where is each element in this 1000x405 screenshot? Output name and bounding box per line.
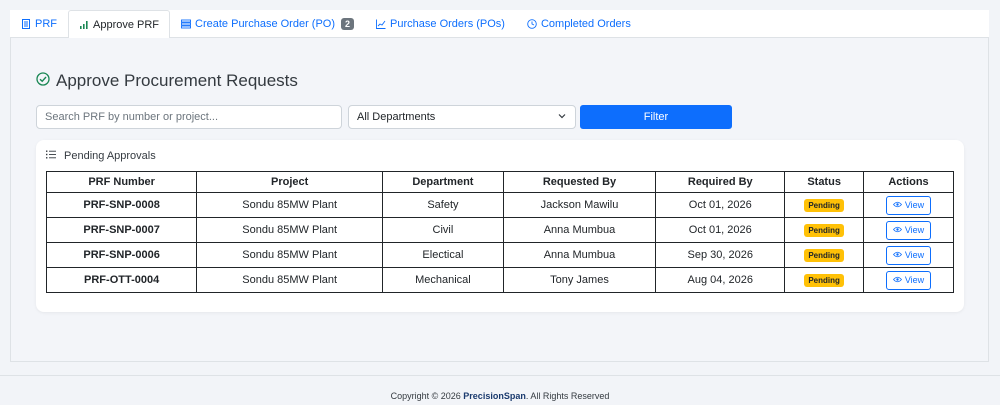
requested-by-cell: Jackson Mawilu — [502, 192, 657, 218]
tab-list: PRF Approve PRF Create Purchase Order (P… — [10, 10, 989, 39]
chevron-down-icon — [557, 111, 567, 124]
project-cell: Sondu 85MW Plant — [196, 217, 384, 243]
department-cell: Electical — [382, 242, 504, 268]
department-cell: Civil — [382, 217, 504, 243]
footer: Copyright © 2026 PrecisionSpan. All Righ… — [0, 375, 1000, 405]
actions-cell: View — [862, 217, 955, 243]
clock-icon — [527, 19, 537, 29]
tab-label: Approve PRF — [93, 18, 160, 31]
pending-approvals-table: PRF Number Project Department Requested … — [45, 171, 955, 293]
filter-button[interactable]: Filter — [580, 105, 732, 129]
col-header-status: Status — [784, 171, 864, 193]
col-header-department: Department — [382, 171, 504, 193]
col-header-prf-number: PRF Number — [45, 171, 198, 193]
prf-number-cell: PRF-SNP-0006 — [45, 242, 198, 268]
view-button[interactable]: View — [885, 195, 932, 215]
department-cell: Mechanical — [382, 267, 504, 293]
prf-number-cell: PRF-OTT-0004 — [45, 267, 198, 293]
tab-label: Purchase Orders (POs) — [390, 18, 505, 30]
project-cell: Sondu 85MW Plant — [196, 267, 384, 293]
required-by-cell: Oct 01, 2026 — [655, 192, 786, 218]
col-header-project: Project — [196, 171, 384, 193]
list-icon — [181, 19, 191, 29]
eye-icon — [892, 275, 902, 285]
status-cell: Pending — [784, 192, 864, 218]
check-circle-icon — [36, 71, 50, 91]
view-button-label: View — [904, 200, 925, 210]
tab-approve-prf[interactable]: Approve PRF — [68, 10, 171, 39]
top-nav: PRF Approve PRF Create Purchase Order (P… — [10, 10, 989, 39]
view-button-label: View — [904, 250, 925, 260]
view-button[interactable]: View — [885, 270, 932, 290]
page-title: Approve Procurement Requests — [36, 71, 298, 91]
tab-create-po[interactable]: Create Purchase Order (PO) 2 — [170, 10, 365, 38]
footer-prefix: Copyright © 2026 — [390, 391, 464, 401]
tab-completed-orders[interactable]: Completed Orders — [516, 10, 642, 38]
po-count-badge: 2 — [341, 18, 355, 30]
col-header-requested-by: Requested By — [502, 171, 657, 193]
prf-number-cell: PRF-SNP-0008 — [45, 192, 198, 218]
tab-content-panel: Approve Procurement Requests All Departm… — [10, 38, 989, 362]
card-header: Pending Approvals — [46, 150, 156, 162]
status-cell: Pending — [784, 217, 864, 243]
tab-prf[interactable]: PRF — [10, 10, 68, 38]
requested-by-cell: Tony James — [502, 267, 657, 293]
department-select[interactable]: All Departments — [348, 105, 576, 129]
search-input[interactable] — [36, 105, 342, 129]
tab-purchase-orders[interactable]: Purchase Orders (POs) — [365, 10, 516, 38]
footer-suffix: . All Rights Reserved — [525, 391, 610, 401]
prf-number-cell: PRF-SNP-0007 — [45, 217, 198, 243]
view-button[interactable]: View — [885, 245, 932, 265]
table-row: PRF-OTT-0004 Sondu 85MW Plant Mechanical… — [45, 267, 955, 293]
line-chart-icon — [376, 19, 386, 29]
tab-label: Create Purchase Order (PO) — [195, 18, 336, 30]
tab-label: PRF — [35, 18, 57, 30]
required-by-cell: Aug 04, 2026 — [655, 267, 786, 293]
tab-label: Completed Orders — [540, 18, 631, 30]
requested-by-cell: Anna Mumbua — [502, 242, 657, 268]
table-row: PRF-SNP-0008 Sondu 85MW Plant Safety Jac… — [45, 192, 955, 218]
card-title: Pending Approvals — [64, 150, 156, 162]
document-icon — [21, 19, 31, 29]
status-badge: Pending — [804, 273, 844, 287]
required-by-cell: Sep 30, 2026 — [655, 242, 786, 268]
required-by-cell: Oct 01, 2026 — [655, 217, 786, 243]
actions-cell: View — [862, 242, 955, 268]
table-header-row: PRF Number Project Department Requested … — [45, 171, 955, 193]
eye-icon — [892, 250, 902, 260]
department-selected-value: All Departments — [357, 111, 436, 123]
list-icon — [46, 150, 56, 162]
pending-approvals-card: Pending Approvals PRF Number Project Dep… — [36, 140, 964, 312]
status-badge: Pending — [804, 223, 844, 237]
actions-cell: View — [862, 267, 955, 293]
project-cell: Sondu 85MW Plant — [196, 192, 384, 218]
footer-brand: PrecisionSpan — [463, 391, 526, 401]
col-header-actions: Actions — [862, 171, 955, 193]
table-row: PRF-SNP-0007 Sondu 85MW Plant Civil Anna… — [45, 217, 955, 243]
col-header-required-by: Required By — [655, 171, 786, 193]
status-badge: Pending — [804, 248, 844, 262]
view-button-label: View — [904, 275, 925, 285]
table-row: PRF-SNP-0006 Sondu 85MW Plant Electical … — [45, 242, 955, 268]
bar-chart-icon — [79, 20, 89, 30]
status-cell: Pending — [784, 242, 864, 268]
status-cell: Pending — [784, 267, 864, 293]
requested-by-cell: Anna Mumbua — [502, 217, 657, 243]
actions-cell: View — [862, 192, 955, 218]
page-title-text: Approve Procurement Requests — [56, 71, 298, 90]
project-cell: Sondu 85MW Plant — [196, 242, 384, 268]
view-button-label: View — [904, 225, 925, 235]
eye-icon — [892, 200, 902, 210]
eye-icon — [892, 225, 902, 235]
view-button[interactable]: View — [885, 220, 932, 240]
department-cell: Safety — [382, 192, 504, 218]
status-badge: Pending — [804, 198, 844, 212]
